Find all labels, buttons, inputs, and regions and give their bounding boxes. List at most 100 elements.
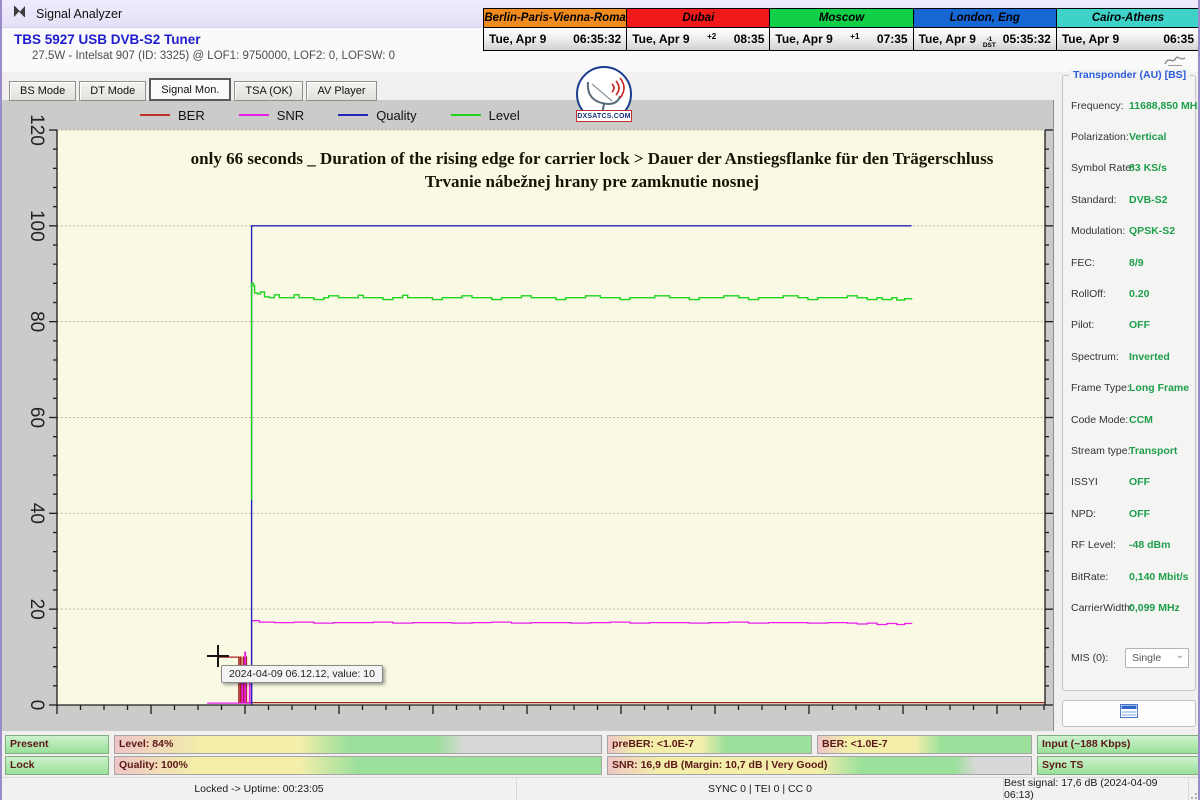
clock-city-label: London, Eng — [914, 9, 1056, 28]
monitor-row-1: PresentLevel: 84%preBER: <1.0E-7BER: <1.… — [2, 735, 1200, 754]
status-sync: SYNC 0 | TEI 0 | CC 0 — [517, 778, 1004, 800]
transponder-row-code-mode: Code Mode:CCM — [1063, 404, 1195, 435]
transponder-label: RollOff: — [1071, 288, 1129, 300]
legend-swatch — [451, 114, 481, 116]
legend-item-quality: Quality — [338, 108, 416, 123]
transponder-row-issyi: ISSYIOFF — [1063, 467, 1195, 498]
y-axis-label: 100 — [26, 210, 47, 242]
transponder-label: Polarization: — [1071, 131, 1129, 143]
transponder-label: Frame Type: — [1071, 382, 1129, 394]
clock-time-row: Tue, Apr 9-1DST05:35:32 — [914, 28, 1056, 50]
transponder-label: Stream type: — [1071, 445, 1129, 457]
tab-bs-mode[interactable]: BS Mode — [9, 81, 76, 101]
transponder-value: 11688,850 MHz — [1129, 100, 1200, 112]
transponder-value: OFF — [1129, 476, 1150, 488]
legend-swatch — [140, 114, 170, 116]
transponder-rows: Frequency:11688,850 MHzPolarization:Vert… — [1063, 90, 1195, 624]
y-axis-label: 120 — [26, 114, 47, 146]
clock-city-label: Dubai — [627, 9, 769, 28]
clock-time-row: Tue, Apr 9 06:35 — [1057, 28, 1199, 50]
monitor-bar-lock: Lock — [5, 756, 109, 775]
tab-signal-mon[interactable]: Signal Mon. — [149, 78, 231, 101]
transponder-label: Symbol Rate: — [1071, 162, 1129, 174]
transponder-row-carrierwidth: CarrierWidth:0,099 MHz — [1063, 592, 1195, 623]
clock-berlin-paris-vienna-roma: Berlin-Paris-Vienna-Roma Tue, Apr 9 06:35:… — [484, 9, 627, 50]
transponder-value: Inverted — [1129, 351, 1170, 363]
mis-label: MIS (0): — [1071, 652, 1125, 664]
transponder-label: Frequency: — [1071, 100, 1129, 112]
transponder-label: Spectrum: — [1071, 351, 1129, 363]
signature-icon — [1162, 52, 1188, 73]
clock-time: 07:35 — [877, 32, 908, 46]
tuner-details: 27.5W - Intelsat 907 (ID: 3325) @ LOF1: … — [32, 50, 395, 62]
clock-london-eng: London, EngTue, Apr 9-1DST05:35:32 — [914, 9, 1057, 50]
transponder-value: QPSK-S2 — [1129, 225, 1175, 237]
monitor-bar-preber: preBER: <1.0E-7 — [607, 735, 812, 754]
transponder-value: -48 dBm — [1129, 539, 1170, 551]
transponder-row-standard: Standard:DVB-S2 — [1063, 184, 1195, 215]
legend-label: Level — [489, 108, 520, 123]
signal-chart[interactable]: 020406080100120 — [2, 100, 1054, 731]
clock-time: 06:35 — [1163, 32, 1194, 46]
chevron-down-icon: ⌄ — [1176, 650, 1184, 661]
resize-grip[interactable] — [1190, 788, 1200, 800]
transponder-row-symbol-rate: Symbol Rate:83 KS/s — [1063, 153, 1195, 184]
clock-utc-offset: +2 — [707, 32, 716, 41]
world-clocks: Berlin-Paris-Vienna-Roma Tue, Apr 9 06:35:… — [483, 8, 1200, 51]
tab-av-player[interactable]: AV Player — [306, 81, 376, 101]
clock-date: Tue, Apr 9 — [1062, 32, 1119, 46]
legend-item-ber: BER — [140, 108, 205, 123]
y-axis-label: 60 — [26, 407, 47, 428]
legend-label: SNR — [277, 108, 304, 123]
transponder-value: 0,140 Mbit/s — [1129, 571, 1189, 583]
clock-dst-offset: -1DST — [983, 37, 996, 49]
tab-dt-mode[interactable]: DT Mode — [79, 81, 146, 101]
tuner-name: TBS 5927 USB DVB-S2 Tuner — [14, 32, 201, 47]
legend-label: BER — [178, 108, 205, 123]
clock-time: 06:35:32 — [573, 32, 621, 46]
signal-chart-panel[interactable]: 020406080100120 BERSNRQualityLevel only … — [2, 100, 1054, 731]
transponder-list-button[interactable] — [1062, 700, 1196, 727]
tab-bar: BS ModeDT ModeSignal Mon.TSA (OK)AV Play… — [9, 78, 377, 101]
transponder-label: Modulation: — [1071, 225, 1129, 237]
transponder-label: BitRate: — [1071, 571, 1129, 583]
app-icon — [12, 4, 27, 24]
transponder-row-frame-type: Frame Type:Long Frame — [1063, 373, 1195, 404]
clock-offset: +1 — [833, 32, 877, 46]
transponder-value: DVB-S2 — [1129, 194, 1168, 206]
legend-swatch — [239, 114, 269, 116]
transponder-value: 83 KS/s — [1129, 162, 1167, 174]
transponder-row-rolloff: RollOff:0.20 — [1063, 278, 1195, 309]
clock-time-row: Tue, Apr 9 06:35:32 — [484, 28, 626, 50]
transponder-row-frequency: Frequency:11688,850 MHz — [1063, 90, 1195, 121]
legend-item-snr: SNR — [239, 108, 304, 123]
chart-annotation: only 66 seconds _ Duration of the rising… — [92, 147, 1092, 193]
monitor-bar-sync-ts: Sync TS — [1037, 756, 1199, 775]
mis-dropdown[interactable]: Single ⌄ — [1125, 648, 1189, 668]
transponder-label: ISSYI — [1071, 476, 1129, 488]
transponder-value: Vertical — [1129, 131, 1166, 143]
y-axis-label: 20 — [26, 599, 47, 620]
dxsatcs-label: DXSATCS.COM — [576, 110, 632, 122]
transponder-row-npd: NPD:OFF — [1063, 498, 1195, 529]
clock-date: Tue, Apr 9 — [632, 32, 689, 46]
transponder-row-polarization: Polarization:Vertical — [1063, 121, 1195, 152]
tab-tsa-ok[interactable]: TSA (OK) — [234, 81, 303, 101]
transponder-row-spectrum: Spectrum:Inverted — [1063, 341, 1195, 372]
legend-swatch — [338, 114, 368, 116]
chart-tooltip: 2024-04-09 06.12.12, value: 10 — [221, 665, 383, 683]
monitor-bar-input-188-kbps: Input (~188 Kbps) — [1037, 735, 1199, 754]
clock-utc-offset: +1 — [850, 32, 859, 41]
clock-city-label: Berlin-Paris-Vienna-Roma — [484, 9, 626, 28]
window-title: Signal Analyzer — [36, 7, 122, 21]
signal-analyzer-window: Signal Analyzer TBS 5927 USB DVB-S2 Tune… — [0, 0, 1200, 800]
clock-date: Tue, Apr 9 — [489, 32, 546, 46]
mis-row: MIS (0): Single ⌄ — [1063, 648, 1195, 668]
transponder-row-pilot: Pilot:OFF — [1063, 310, 1195, 341]
clock-dubai: DubaiTue, Apr 9+208:35 — [627, 9, 770, 50]
transponder-value: 0.20 — [1129, 288, 1149, 300]
status-uptime: Locked -> Uptime: 00:23:05 — [2, 778, 517, 800]
legend-item-level: Level — [451, 108, 520, 123]
transponder-label: FEC: — [1071, 257, 1129, 269]
transponder-label: CarrierWidth: — [1071, 602, 1129, 614]
